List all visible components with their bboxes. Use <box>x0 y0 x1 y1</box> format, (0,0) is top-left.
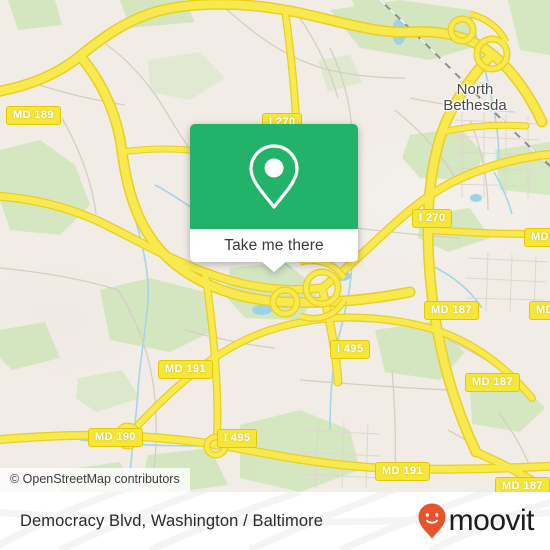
moovit-logo[interactable]: moovit <box>417 502 535 540</box>
road-shield-md-191-a[interactable]: MD 191 <box>158 360 213 379</box>
road-shield-md-189[interactable]: MD 189 <box>6 106 61 125</box>
footer-bar: Democracy Blvd, Washington / Baltimore m… <box>0 492 550 550</box>
popup-action-area[interactable]: Take me there <box>190 229 358 272</box>
take-me-there-label: Take me there <box>224 236 324 254</box>
map-pin-icon <box>249 143 299 209</box>
road-shield-md-355[interactable]: MD 3 <box>524 228 550 247</box>
road-shield-i-270-b[interactable]: I 270 <box>412 209 453 228</box>
road-shield-md-190[interactable]: MD 190 <box>88 428 143 447</box>
road-shield-md-187-c[interactable]: MD 187 <box>465 373 520 392</box>
road-shield-i-495-a[interactable]: I 495 <box>330 340 371 359</box>
osm-attribution[interactable]: © OpenStreetMap contributors <box>0 468 190 492</box>
moovit-map-screenshot: North Bethesda MD 189 I 270 I 270 MD 3 M… <box>0 0 550 550</box>
map-popup-card[interactable]: Take me there <box>190 124 358 272</box>
road-shield-i-495-b[interactable]: I 495 <box>217 429 258 448</box>
road-shield-md-187-d[interactable]: MD 187 <box>495 477 550 492</box>
popup-icon-area <box>190 124 358 229</box>
road-shield-md-187-a[interactable]: MD 187 <box>424 301 479 320</box>
road-shield-md-191-b[interactable]: MD 191 <box>375 462 430 481</box>
popup-tail <box>261 261 287 272</box>
moovit-wordmark: moovit <box>448 504 535 537</box>
moovit-pin-icon <box>418 503 446 539</box>
road-shield-md-187-b[interactable]: MD <box>529 301 550 320</box>
location-title: Democracy Blvd, Washington / Baltimore <box>20 511 324 530</box>
